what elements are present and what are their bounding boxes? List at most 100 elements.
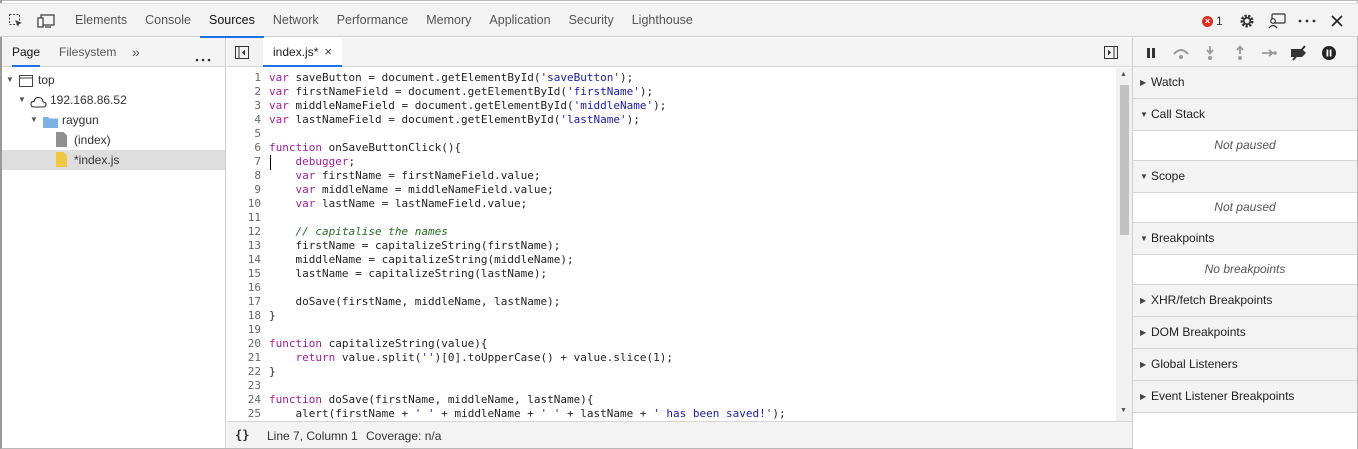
code-line[interactable]: 23 — [227, 379, 1117, 393]
expand-triangle-icon[interactable]: ▼ — [30, 110, 38, 130]
device-toolbar-icon[interactable] — [35, 10, 57, 32]
code-line[interactable]: 24 function doSave(firstName, middleName,… — [227, 393, 1117, 407]
line-number[interactable]: 10 — [227, 197, 261, 211]
line-number[interactable]: 25 — [227, 407, 261, 420]
settings-gear-icon[interactable] — [1236, 10, 1258, 32]
section-watch[interactable]: ▶ Watch — [1133, 67, 1357, 99]
error-counter[interactable]: × 1 — [1202, 14, 1223, 28]
section-event-listener-breakpoints[interactable]: ▶ Event Listener Breakpoints — [1133, 381, 1357, 413]
line-number[interactable]: 12 — [227, 225, 261, 239]
tab-lighthouse[interactable]: Lighthouse — [623, 4, 702, 38]
section-call-stack[interactable]: ▼ Call Stack — [1133, 99, 1357, 131]
line-number[interactable]: 22 — [227, 365, 261, 379]
step-out-icon[interactable] — [1232, 45, 1248, 61]
line-number[interactable]: 16 — [227, 281, 261, 295]
code-line[interactable]: 9 var middleName = middleNameField.value… — [227, 183, 1117, 197]
tree-item-index-js[interactable]: *index.js — [2, 150, 225, 170]
section-breakpoints[interactable]: ▼ Breakpoints — [1133, 223, 1357, 255]
tab-page[interactable]: Page — [12, 38, 41, 67]
line-number[interactable]: 24 — [227, 393, 261, 407]
code-line[interactable]: 25 alert(firstName + ' ' + middleName + … — [227, 407, 1117, 420]
line-number[interactable]: 20 — [227, 337, 261, 351]
code-line[interactable]: 13 firstName = capitalizeString(firstNam… — [227, 239, 1117, 253]
section-dom-breakpoints[interactable]: ▶ DOM Breakpoints — [1133, 317, 1357, 349]
tab-security[interactable]: Security — [560, 4, 623, 38]
line-number[interactable]: 8 — [227, 169, 261, 183]
tab-filesystem[interactable]: Filesystem — [59, 38, 116, 67]
expand-triangle-icon[interactable]: ▼ — [6, 70, 14, 90]
section-scope[interactable]: ▼ Scope — [1133, 161, 1357, 193]
code-line[interactable]: 14 middleName = capitalizeString(middleN… — [227, 253, 1117, 267]
code-line[interactable]: 5 — [227, 127, 1117, 141]
step-into-icon[interactable] — [1202, 45, 1218, 61]
tree-item-folder[interactable]: ▼ raygun — [2, 110, 225, 130]
code-line[interactable]: 12 // capitalise the names — [227, 225, 1117, 239]
line-number[interactable]: 13 — [227, 239, 261, 253]
code-line[interactable]: 3 var middleNameField = document.getEleme… — [227, 99, 1117, 113]
deactivate-breakpoints-icon[interactable] — [1290, 45, 1306, 61]
tab-network[interactable]: Network — [264, 4, 328, 38]
line-number[interactable]: 9 — [227, 183, 261, 197]
code-line[interactable]: 22} — [227, 365, 1117, 379]
tab-console[interactable]: Console — [136, 4, 200, 38]
code-line[interactable]: 6 function onSaveButtonClick(){ — [227, 141, 1117, 155]
step-icon[interactable] — [1261, 45, 1277, 61]
navigator-menu-icon[interactable] — [195, 51, 211, 65]
code-line[interactable]: 15 lastName = capitalizeString(lastName)… — [227, 267, 1117, 281]
code-line[interactable]: 21 return value.split('')[0].toUpperCase… — [227, 351, 1117, 365]
code-line[interactable]: 18} — [227, 309, 1117, 323]
close-tab-icon[interactable]: × — [324, 38, 332, 66]
line-number[interactable]: 7 — [227, 155, 261, 169]
more-options-icon[interactable] — [1296, 10, 1318, 32]
line-number[interactable]: 4 — [227, 113, 261, 127]
line-number[interactable]: 14 — [227, 253, 261, 267]
line-number[interactable]: 18 — [227, 309, 261, 323]
code-line[interactable]: 1 var saveButton = document.getElementByI… — [227, 71, 1117, 85]
code-line[interactable]: 7 debugger; — [227, 155, 1117, 169]
code-editor[interactable]: 1 var saveButton = document.getElementByI… — [227, 71, 1117, 420]
tab-sources[interactable]: Sources — [199, 4, 264, 38]
pause-on-exceptions-icon[interactable] — [1321, 45, 1337, 61]
code-line[interactable]: 11 — [227, 211, 1117, 225]
section-global-listeners[interactable]: ▶ Global Listeners — [1133, 349, 1357, 381]
scroll-down-icon[interactable]: ▼ — [1120, 407, 1127, 414]
tree-item-top[interactable]: ▼ top — [2, 70, 225, 90]
line-number[interactable]: 6 — [227, 141, 261, 155]
scrollbar-thumb[interactable] — [1120, 85, 1129, 235]
code-line[interactable]: 17 doSave(firstName, middleName, lastNam… — [227, 295, 1117, 309]
line-number[interactable]: 3 — [227, 99, 261, 113]
scroll-up-icon[interactable]: ▲ — [1120, 71, 1127, 78]
expand-triangle-icon[interactable]: ▼ — [18, 90, 26, 110]
line-number[interactable]: 23 — [227, 379, 261, 393]
code-line[interactable]: 20 function capitalizeString(value){ — [227, 337, 1117, 351]
more-tabs-chevron-icon[interactable]: » — [132, 38, 140, 67]
feedback-icon[interactable] — [1266, 10, 1288, 32]
code-line[interactable]: 2 var firstNameField = document.getElemen… — [227, 85, 1117, 99]
pretty-print-button[interactable]: {} — [235, 428, 249, 442]
pause-icon[interactable] — [1143, 45, 1159, 61]
tree-item-index-html[interactable]: (index) — [2, 130, 225, 150]
line-number[interactable]: 11 — [227, 211, 261, 225]
line-number[interactable]: 2 — [227, 85, 261, 99]
toggle-debugger-icon[interactable] — [1104, 46, 1118, 62]
code-line[interactable]: 8 var firstName = firstNameField.value; — [227, 169, 1117, 183]
section-xhr-breakpoints[interactable]: ▶ XHR/fetch Breakpoints — [1133, 285, 1357, 317]
code-line[interactable]: 10 var lastName = lastNameField.value; — [227, 197, 1117, 211]
line-number[interactable]: 19 — [227, 323, 261, 337]
tab-elements[interactable]: Elements — [66, 4, 136, 38]
tab-memory[interactable]: Memory — [417, 4, 480, 38]
line-number[interactable]: 15 — [227, 267, 261, 281]
line-number[interactable]: 1 — [227, 71, 261, 85]
editor-scrollbar[interactable]: ▲ ▼ — [1116, 68, 1132, 421]
step-over-icon[interactable] — [1172, 45, 1189, 61]
code-line[interactable]: 4 var lastNameField = document.getElement… — [227, 113, 1117, 127]
line-number[interactable]: 21 — [227, 351, 261, 365]
code-line[interactable]: 16 — [227, 281, 1117, 295]
tab-performance[interactable]: Performance — [328, 4, 418, 38]
line-number[interactable]: 17 — [227, 295, 261, 309]
line-number[interactable]: 5 — [227, 127, 261, 141]
close-icon[interactable] — [1326, 10, 1348, 32]
tree-item-host[interactable]: ▼ 192.168.86.52 — [2, 90, 225, 110]
code-line[interactable]: 19 — [227, 323, 1117, 337]
toggle-navigator-icon[interactable] — [235, 46, 249, 62]
